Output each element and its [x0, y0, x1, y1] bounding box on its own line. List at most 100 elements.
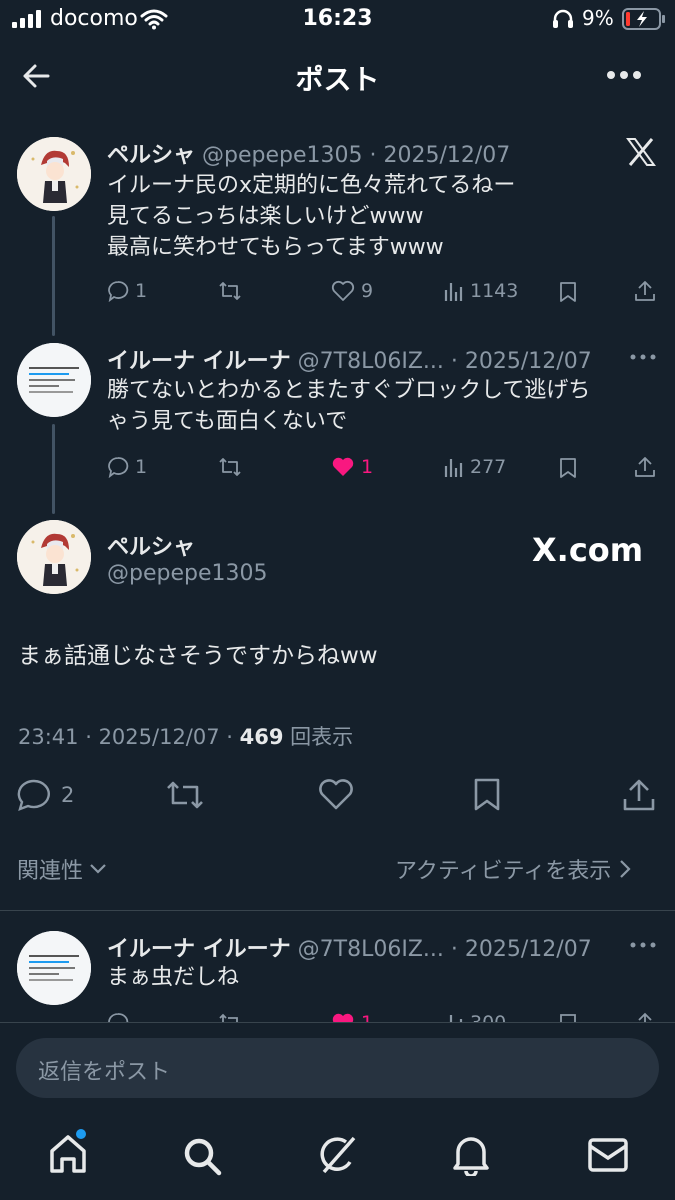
- tweet-more-button[interactable]: [630, 354, 656, 360]
- like-button[interactable]: 1: [331, 1012, 373, 1022]
- author-handle[interactable]: @pepepe1305: [202, 143, 363, 168]
- heart-filled-icon: [332, 1013, 354, 1022]
- author-name[interactable]: ペルシャ: [107, 143, 195, 168]
- chevron-down-icon: [90, 864, 106, 874]
- separator-dot: ·: [362, 143, 384, 168]
- bookmark-icon: [560, 282, 576, 302]
- tweet-text: 勝てないとわかるとまたすぐブロックして逃げち ゃう見ても面白くないで: [107, 378, 591, 434]
- status-bar: docomo 16:23 9%: [0, 0, 675, 38]
- avatar[interactable]: [17, 137, 91, 211]
- view-count: 1143: [470, 280, 519, 302]
- x-logo-icon: [626, 138, 656, 166]
- views-chart-icon: [444, 1015, 463, 1022]
- reply-count: 1: [135, 456, 148, 478]
- nav-home[interactable]: [48, 1129, 88, 1175]
- nav-search[interactable]: [182, 1136, 222, 1176]
- repost-button[interactable]: [218, 456, 242, 478]
- reply-icon: [17, 779, 50, 811]
- bookmark-button[interactable]: [559, 281, 577, 303]
- nav-messages[interactable]: [588, 1138, 628, 1172]
- avatar[interactable]: [17, 343, 91, 417]
- like-count: 1: [361, 456, 374, 478]
- share-icon: [638, 1012, 652, 1022]
- view-activity-link[interactable]: アクティビティを表示: [395, 853, 631, 885]
- bookmark-button[interactable]: [559, 1013, 577, 1022]
- author-name[interactable]: イルーナ イルーナ: [107, 349, 291, 374]
- view-activity-label: アクティビティを表示: [395, 859, 612, 884]
- author-handle[interactable]: @7T8L06IZ...: [298, 937, 444, 962]
- tweet-header: イルーナ イルーナ @7T8L06IZ... · 2025/12/07: [107, 343, 592, 375]
- share-button[interactable]: [634, 280, 656, 302]
- x-com-watermark: X.com: [532, 531, 644, 569]
- author-name[interactable]: ペルシャ: [107, 529, 195, 561]
- divider: [0, 910, 675, 911]
- more-options-button[interactable]: [606, 70, 642, 80]
- views-label: 回表示: [290, 725, 354, 749]
- thread-line: [52, 216, 55, 336]
- share-icon: [623, 779, 655, 811]
- author-name[interactable]: イルーナ イルーナ: [107, 937, 291, 962]
- bookmark-button[interactable]: [473, 778, 501, 812]
- notification-dot: [76, 1129, 86, 1139]
- divider: [0, 1022, 675, 1023]
- share-icon: [635, 457, 655, 477]
- view-count: 300: [470, 1012, 506, 1022]
- bookmark-icon: [560, 1014, 576, 1022]
- reply-button[interactable]: [107, 1012, 129, 1022]
- share-button[interactable]: [634, 1012, 656, 1022]
- reply-count: 2: [61, 783, 75, 807]
- bell-icon: [453, 1137, 489, 1176]
- like-button[interactable]: 9: [331, 280, 373, 302]
- nav-notifications[interactable]: [452, 1134, 490, 1176]
- reply-button[interactable]: 1: [107, 280, 147, 302]
- repost-button[interactable]: [218, 1012, 242, 1022]
- views-chart-icon: [444, 283, 463, 301]
- like-button[interactable]: 1: [331, 456, 373, 478]
- tweet-header: ペルシャ @pepepe1305 · 2025/12/07: [107, 137, 510, 169]
- like-count: 1: [361, 1012, 373, 1022]
- tweet-text: まぁ虫だしね: [107, 965, 240, 990]
- headphones-icon: [552, 9, 574, 29]
- screenshot-avatar-image: [17, 343, 91, 417]
- share-button[interactable]: [634, 456, 656, 478]
- mail-icon: [588, 1138, 628, 1172]
- author-handle[interactable]: @pepepe1305: [107, 561, 268, 586]
- like-button[interactable]: [318, 779, 354, 811]
- avatar[interactable]: [17, 931, 91, 1005]
- reply-button[interactable]: 1: [107, 456, 147, 478]
- sort-relevance-button[interactable]: 関連性: [17, 853, 107, 885]
- nav-grok[interactable]: [316, 1134, 358, 1176]
- battery-icon: [622, 8, 666, 30]
- post-date: 2025/12/07: [464, 349, 592, 374]
- separator-dot: ·: [443, 937, 465, 962]
- chevron-right-icon: [620, 860, 631, 878]
- reply-button[interactable]: 2: [17, 779, 74, 811]
- share-button[interactable]: [622, 778, 656, 812]
- repost-button[interactable]: [165, 779, 205, 811]
- repost-button[interactable]: [218, 280, 242, 302]
- character-avatar-image: [17, 137, 91, 211]
- tweet-more-button[interactable]: [630, 942, 656, 948]
- views-button[interactable]: 1143: [444, 280, 518, 302]
- views-button[interactable]: 277: [444, 456, 506, 478]
- reply-input-placeholder[interactable]: 返信をポスト: [38, 1054, 170, 1086]
- repost-icon: [219, 1013, 238, 1022]
- bookmark-icon: [474, 778, 500, 811]
- post-date: 2025/12/07: [98, 725, 220, 749]
- tweet-text: イルーナ民のx定期的に色々荒れてるねー 見てるこっちは楽しいけどwww 最高に笑…: [107, 173, 516, 260]
- reply-icon: [108, 281, 129, 302]
- post-text: まぁ話通じなさそうですからねww: [18, 643, 378, 669]
- avatar[interactable]: [17, 520, 91, 594]
- views-button[interactable]: 300: [444, 1012, 506, 1022]
- separator-dot: ·: [443, 349, 465, 374]
- screenshot-avatar-image: [17, 931, 91, 1005]
- views-chart-icon: [444, 459, 463, 477]
- sort-relevance-label: 関連性: [17, 859, 84, 884]
- author-handle[interactable]: @7T8L06IZ...: [298, 349, 444, 374]
- more-horizontal-icon: [630, 942, 656, 948]
- thread-line: [52, 424, 55, 514]
- bookmark-button[interactable]: [559, 457, 577, 479]
- page-title: ポスト: [295, 63, 380, 96]
- separator-dot: ·: [78, 725, 99, 749]
- like-count: 9: [361, 280, 374, 302]
